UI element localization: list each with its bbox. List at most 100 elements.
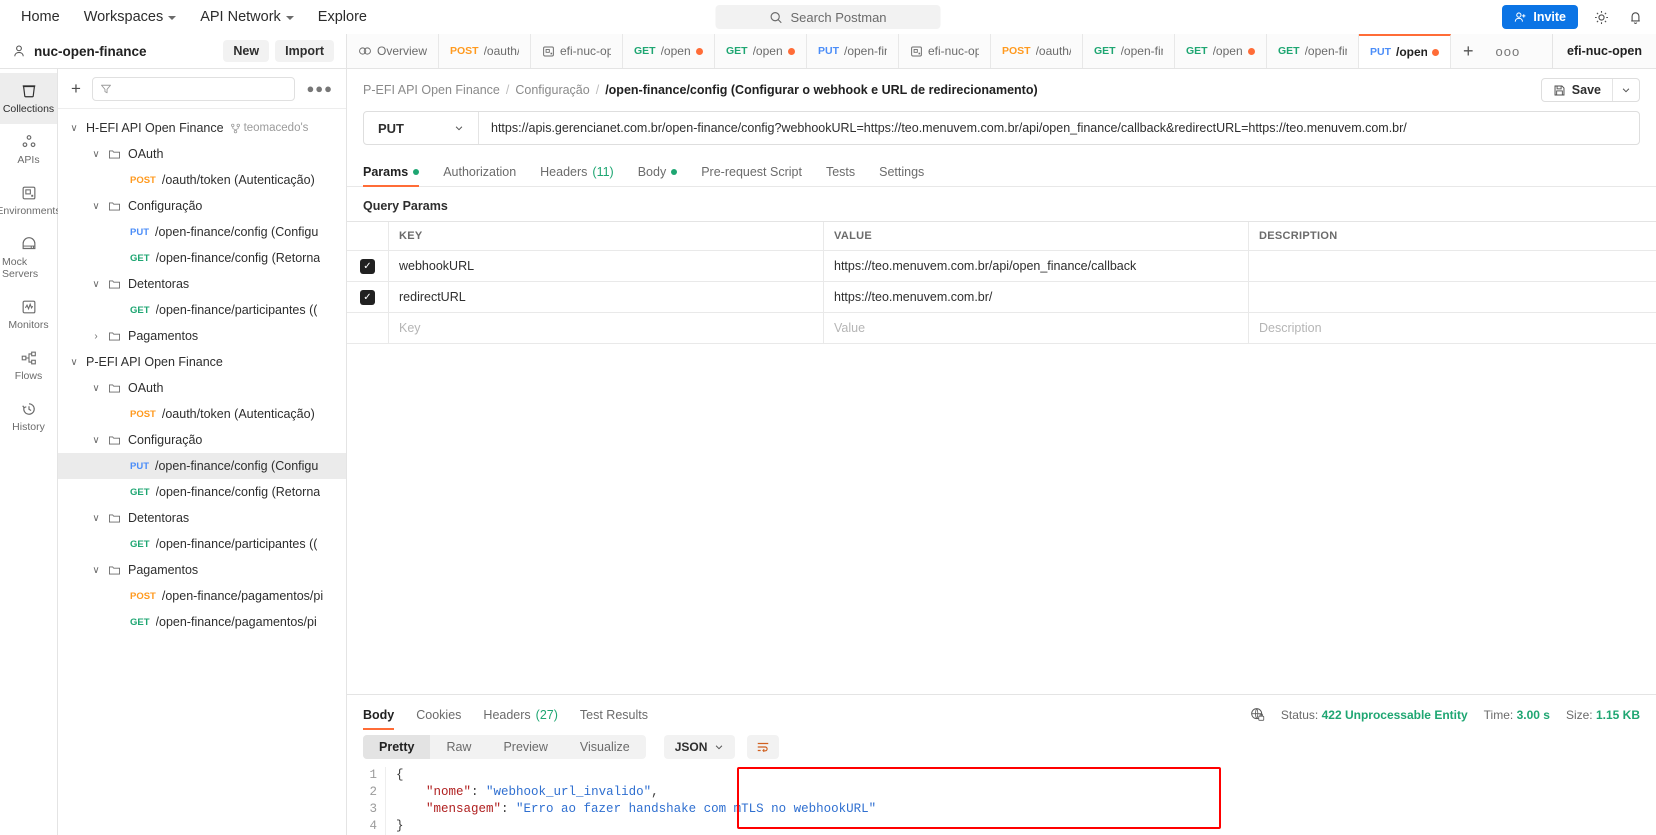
response-tab-headers[interactable]: Headers (27) bbox=[483, 708, 557, 729]
chevron-right-icon[interactable]: › bbox=[90, 331, 102, 342]
tree-request-item[interactable]: PUT/open-finance/config (Configu bbox=[58, 219, 346, 245]
tree-folder-item[interactable]: ∨ Pagamentos bbox=[58, 557, 346, 583]
save-button[interactable]: Save bbox=[1542, 79, 1612, 101]
new-tab-button[interactable]: + bbox=[1451, 34, 1486, 68]
request-tab-headers[interactable]: Headers (11) bbox=[540, 165, 614, 186]
request-tab-params[interactable]: Params bbox=[363, 165, 420, 187]
request-tab-settings[interactable]: Settings bbox=[879, 165, 924, 186]
tree-request-item[interactable]: GET/open-finance/pagamentos/pi bbox=[58, 609, 346, 635]
chevron-down-icon[interactable]: ∨ bbox=[68, 123, 80, 134]
chevron-down-icon[interactable]: ∨ bbox=[90, 201, 102, 212]
tree-folder-item[interactable]: ∨ Detentoras bbox=[58, 271, 346, 297]
top-menu-home[interactable]: Home bbox=[10, 5, 71, 29]
request-tab-9[interactable]: GET/open-f bbox=[1175, 34, 1267, 68]
chevron-down-icon[interactable]: ∨ bbox=[90, 513, 102, 524]
top-menu-explore[interactable]: Explore bbox=[307, 5, 378, 29]
rail-item-monitors[interactable]: Monitors bbox=[0, 289, 57, 340]
tree-collection-item[interactable]: ∨ P-EFI API Open Finance bbox=[58, 349, 346, 375]
empty-key-input[interactable]: Key bbox=[389, 313, 824, 343]
request-tab-8[interactable]: GET/open-fina bbox=[1083, 34, 1175, 68]
request-tab-6[interactable]: efi-nuc-op bbox=[899, 34, 991, 68]
chevron-down-icon[interactable]: ∨ bbox=[90, 383, 102, 394]
tab-list-more-button[interactable]: ooo bbox=[1486, 34, 1531, 68]
table-row-empty[interactable]: Key Value Description bbox=[347, 313, 1656, 344]
param-description-input[interactable] bbox=[1249, 251, 1656, 281]
rail-item-flows[interactable]: Flows bbox=[0, 340, 57, 391]
format-selector[interactable]: JSON bbox=[663, 735, 736, 759]
request-tab-2[interactable]: efi-nuc-op bbox=[531, 34, 623, 68]
tree-collection-item[interactable]: ∨ H-EFI API Open Finance teomacedo's bbox=[58, 115, 346, 141]
param-key-input[interactable]: webhookURL bbox=[389, 251, 824, 281]
sidebar-filter-input[interactable] bbox=[91, 76, 296, 101]
view-mode-visualize[interactable]: Visualize bbox=[564, 735, 646, 759]
param-value-input[interactable]: https://teo.menuvem.com.br/api/open_fina… bbox=[824, 251, 1249, 281]
breadcrumb-item[interactable]: P-EFI API Open Finance bbox=[363, 83, 500, 97]
top-menu-api-network[interactable]: API Network bbox=[189, 5, 305, 29]
tree-request-item[interactable]: GET/open-finance/participantes (( bbox=[58, 297, 346, 323]
request-tab-1[interactable]: POST/oauth/to bbox=[439, 34, 531, 68]
request-tab-authorization[interactable]: Authorization bbox=[443, 165, 516, 186]
invite-button[interactable]: Invite bbox=[1502, 5, 1578, 29]
param-checkbox[interactable]: ✓ bbox=[360, 258, 375, 274]
tree-request-item[interactable]: POST/oauth/token (Autenticação) bbox=[58, 167, 346, 193]
param-key-input[interactable]: redirectURL bbox=[389, 282, 824, 312]
request-tab-pre-request-script[interactable]: Pre-request Script bbox=[701, 165, 802, 186]
code-viewer[interactable]: 1 2 3 4 { "nome": "webhook_url_invalido", "… bbox=[363, 767, 1656, 835]
rail-item-apis[interactable]: APIs bbox=[0, 124, 57, 175]
tree-request-item[interactable]: GET/open-finance/config (Retorna bbox=[58, 245, 346, 271]
tree-request-item[interactable]: GET/open-finance/config (Retorna bbox=[58, 479, 346, 505]
rail-item-collections[interactable]: Collections bbox=[0, 73, 57, 124]
chevron-down-icon[interactable]: ∨ bbox=[68, 357, 80, 368]
tree-folder-item[interactable]: › Pagamentos bbox=[58, 323, 346, 349]
request-tab-7[interactable]: POST/oauth/to bbox=[991, 34, 1083, 68]
param-value-input[interactable]: https://teo.menuvem.com.br/ bbox=[824, 282, 1249, 312]
view-mode-pretty[interactable]: Pretty bbox=[363, 735, 431, 759]
breadcrumb-item[interactable]: Configuração bbox=[515, 83, 589, 97]
global-search[interactable]: Search Postman bbox=[715, 5, 941, 29]
request-tab-4[interactable]: GET/open-f bbox=[715, 34, 807, 68]
chevron-down-icon[interactable]: ∨ bbox=[90, 149, 102, 160]
environment-selector[interactable]: efi-nuc-open bbox=[1552, 34, 1656, 68]
response-tab-test-results[interactable]: Test Results bbox=[580, 708, 648, 729]
rail-item-mock-servers[interactable]: Mock Servers bbox=[0, 226, 57, 289]
rail-item-environments[interactable]: Environments bbox=[0, 175, 61, 226]
tree-folder-item[interactable]: ∨ OAuth bbox=[58, 375, 346, 401]
tree-request-item[interactable]: POST/open-finance/pagamentos/pi bbox=[58, 583, 346, 609]
tree-folder-item[interactable]: ∨ Configuração bbox=[58, 427, 346, 453]
tree-folder-item[interactable]: ∨ OAuth bbox=[58, 141, 346, 167]
request-tab-11[interactable]: PUT/open-f bbox=[1359, 34, 1451, 68]
request-tab-5[interactable]: PUT/open-fina bbox=[807, 34, 899, 68]
view-mode-preview[interactable]: Preview bbox=[487, 735, 563, 759]
request-tab-body[interactable]: Body bbox=[638, 165, 678, 186]
tree-folder-item[interactable]: ∨ Detentoras bbox=[58, 505, 346, 531]
url-input[interactable]: https://apis.gerencianet.com.br/open-fin… bbox=[479, 112, 1639, 144]
sidebar-more-button[interactable]: ●●● bbox=[303, 81, 336, 96]
save-dropdown-button[interactable] bbox=[1612, 79, 1639, 101]
param-checkbox[interactable]: ✓ bbox=[360, 289, 375, 305]
tree-request-item[interactable]: POST/oauth/token (Autenticação) bbox=[58, 401, 346, 427]
bell-icon[interactable] bbox=[1624, 6, 1646, 28]
rail-item-history[interactable]: History bbox=[0, 391, 57, 442]
empty-description-input[interactable]: Description bbox=[1249, 313, 1656, 343]
wrap-lines-icon[interactable] bbox=[747, 735, 780, 759]
import-button[interactable]: Import bbox=[275, 40, 334, 62]
gear-icon[interactable] bbox=[1590, 6, 1612, 28]
param-description-input[interactable] bbox=[1249, 282, 1656, 312]
top-menu-workspaces[interactable]: Workspaces bbox=[73, 5, 188, 29]
request-tab-10[interactable]: GET/open-fina bbox=[1267, 34, 1359, 68]
view-mode-raw[interactable]: Raw bbox=[430, 735, 487, 759]
new-button[interactable]: New bbox=[223, 40, 270, 62]
new-item-button[interactable]: + bbox=[68, 79, 84, 99]
tree-folder-item[interactable]: ∨ Configuração bbox=[58, 193, 346, 219]
chevron-down-icon[interactable]: ∨ bbox=[90, 279, 102, 290]
response-tab-cookies[interactable]: Cookies bbox=[416, 708, 461, 729]
request-tab-3[interactable]: GET/open-f bbox=[623, 34, 715, 68]
chevron-down-icon[interactable]: ∨ bbox=[90, 565, 102, 576]
tree-request-item[interactable]: PUT/open-finance/config (Configu bbox=[58, 453, 346, 479]
request-tab-tests[interactable]: Tests bbox=[826, 165, 855, 186]
response-tab-body[interactable]: Body bbox=[363, 708, 395, 730]
empty-value-input[interactable]: Value bbox=[824, 313, 1249, 343]
tree-request-item[interactable]: GET/open-finance/participantes (( bbox=[58, 531, 346, 557]
method-selector[interactable]: PUT bbox=[364, 112, 479, 144]
chevron-down-icon[interactable]: ∨ bbox=[90, 435, 102, 446]
